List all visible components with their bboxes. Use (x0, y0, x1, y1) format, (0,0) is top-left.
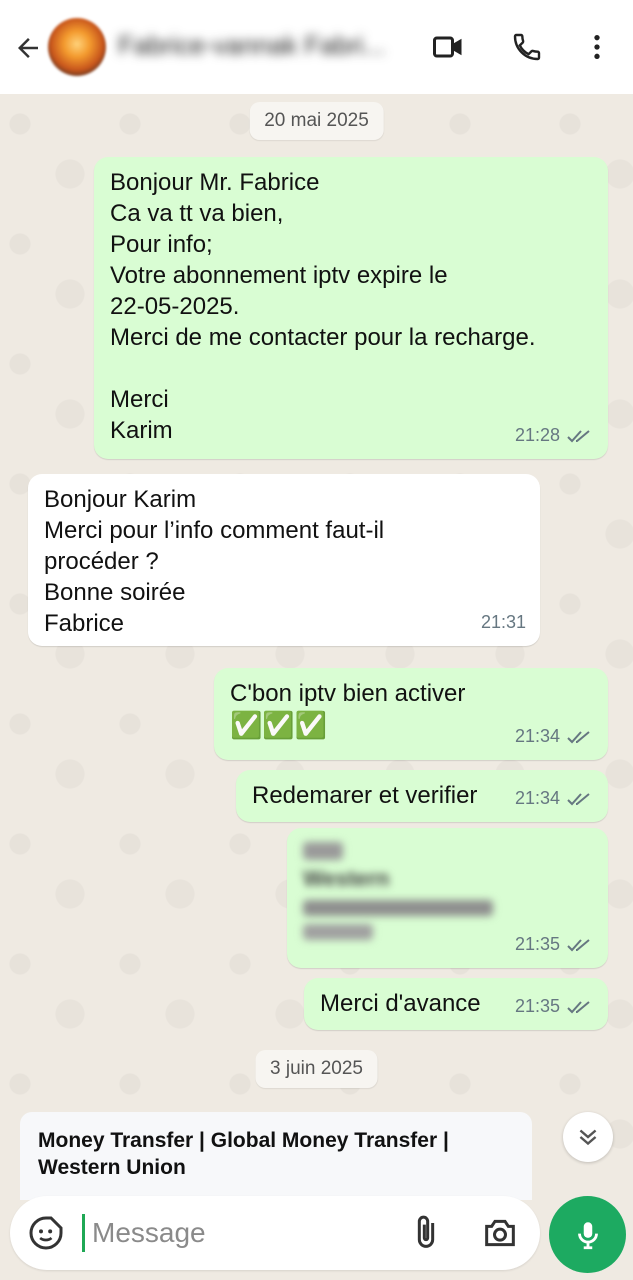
blurred-line (303, 924, 373, 940)
mic-icon[interactable] (549, 1196, 626, 1273)
message-meta: 21:31 (481, 607, 526, 638)
camera-icon[interactable] (480, 1213, 520, 1253)
message-text: Western (303, 866, 390, 891)
chevron-double-down-icon[interactable] (563, 1112, 613, 1162)
back-arrow-icon[interactable] (10, 30, 46, 66)
outgoing-message[interactable]: Western 21:35 (287, 828, 608, 968)
chat-header: Fabrice-vannak Fabri... (0, 0, 633, 94)
message-time: 21:34 (514, 726, 560, 746)
date-separator: 3 juin 2025 (255, 1050, 378, 1088)
message-time: 21:34 (514, 788, 560, 808)
more-vert-icon[interactable] (575, 25, 619, 69)
link-preview[interactable]: Money Transfer | Global Money Transfer |… (20, 1112, 532, 1200)
double-check-icon (567, 1000, 590, 1013)
message-input[interactable] (92, 1211, 392, 1255)
message-time: 21:35 (514, 996, 560, 1016)
chat-area[interactable]: 20 mai 2025 Bonjour Mr. Fabrice Ca va tt… (0, 94, 633, 1190)
message-time: 21:35 (514, 934, 560, 954)
message-meta: 21:35 (515, 991, 594, 1022)
message-meta: 21:34 (515, 783, 594, 814)
phone-icon[interactable] (505, 25, 549, 69)
link-preview-title: Money Transfer | Global Money Transfer |… (38, 1129, 449, 1179)
outgoing-message[interactable]: Redemarer et verifier 21:34 (236, 770, 608, 822)
message-meta: 21:34 (515, 721, 594, 752)
video-call-icon[interactable] (426, 25, 470, 69)
message-meta: 21:28 (515, 420, 594, 451)
message-composer (10, 1196, 540, 1270)
avatar[interactable] (48, 18, 106, 76)
date-separator: 20 mai 2025 (249, 102, 384, 140)
incoming-message[interactable]: Bonjour Karim Merci pour l’info comment … (28, 474, 540, 646)
double-check-icon (567, 938, 590, 951)
blurred-line (303, 900, 493, 916)
message-text: Bonjour Mr. Fabrice Ca va tt va bien, Po… (110, 169, 536, 444)
outgoing-message[interactable]: C'bon iptv bien activer ✅✅✅ 21:34 (214, 668, 608, 760)
outgoing-message[interactable]: Bonjour Mr. Fabrice Ca va tt va bien, Po… (94, 157, 608, 459)
message-time: 21:31 (480, 612, 526, 632)
text-caret (82, 1214, 85, 1252)
blurred-line (303, 842, 343, 860)
double-check-icon (567, 429, 590, 442)
attach-icon[interactable] (406, 1213, 446, 1253)
message-text: C'bon iptv bien activer (230, 680, 466, 707)
double-check-icon (567, 730, 590, 743)
message-time: 21:28 (514, 425, 560, 445)
double-check-icon (567, 792, 590, 805)
outgoing-message[interactable]: Merci d'avance 21:35 (304, 978, 608, 1030)
contact-name[interactable]: Fabrice-vannak Fabri... (118, 30, 408, 61)
message-meta: 21:35 (515, 929, 594, 960)
message-text: Bonjour Karim Merci pour l’info comment … (44, 486, 385, 637)
sticker-icon[interactable] (26, 1213, 66, 1253)
